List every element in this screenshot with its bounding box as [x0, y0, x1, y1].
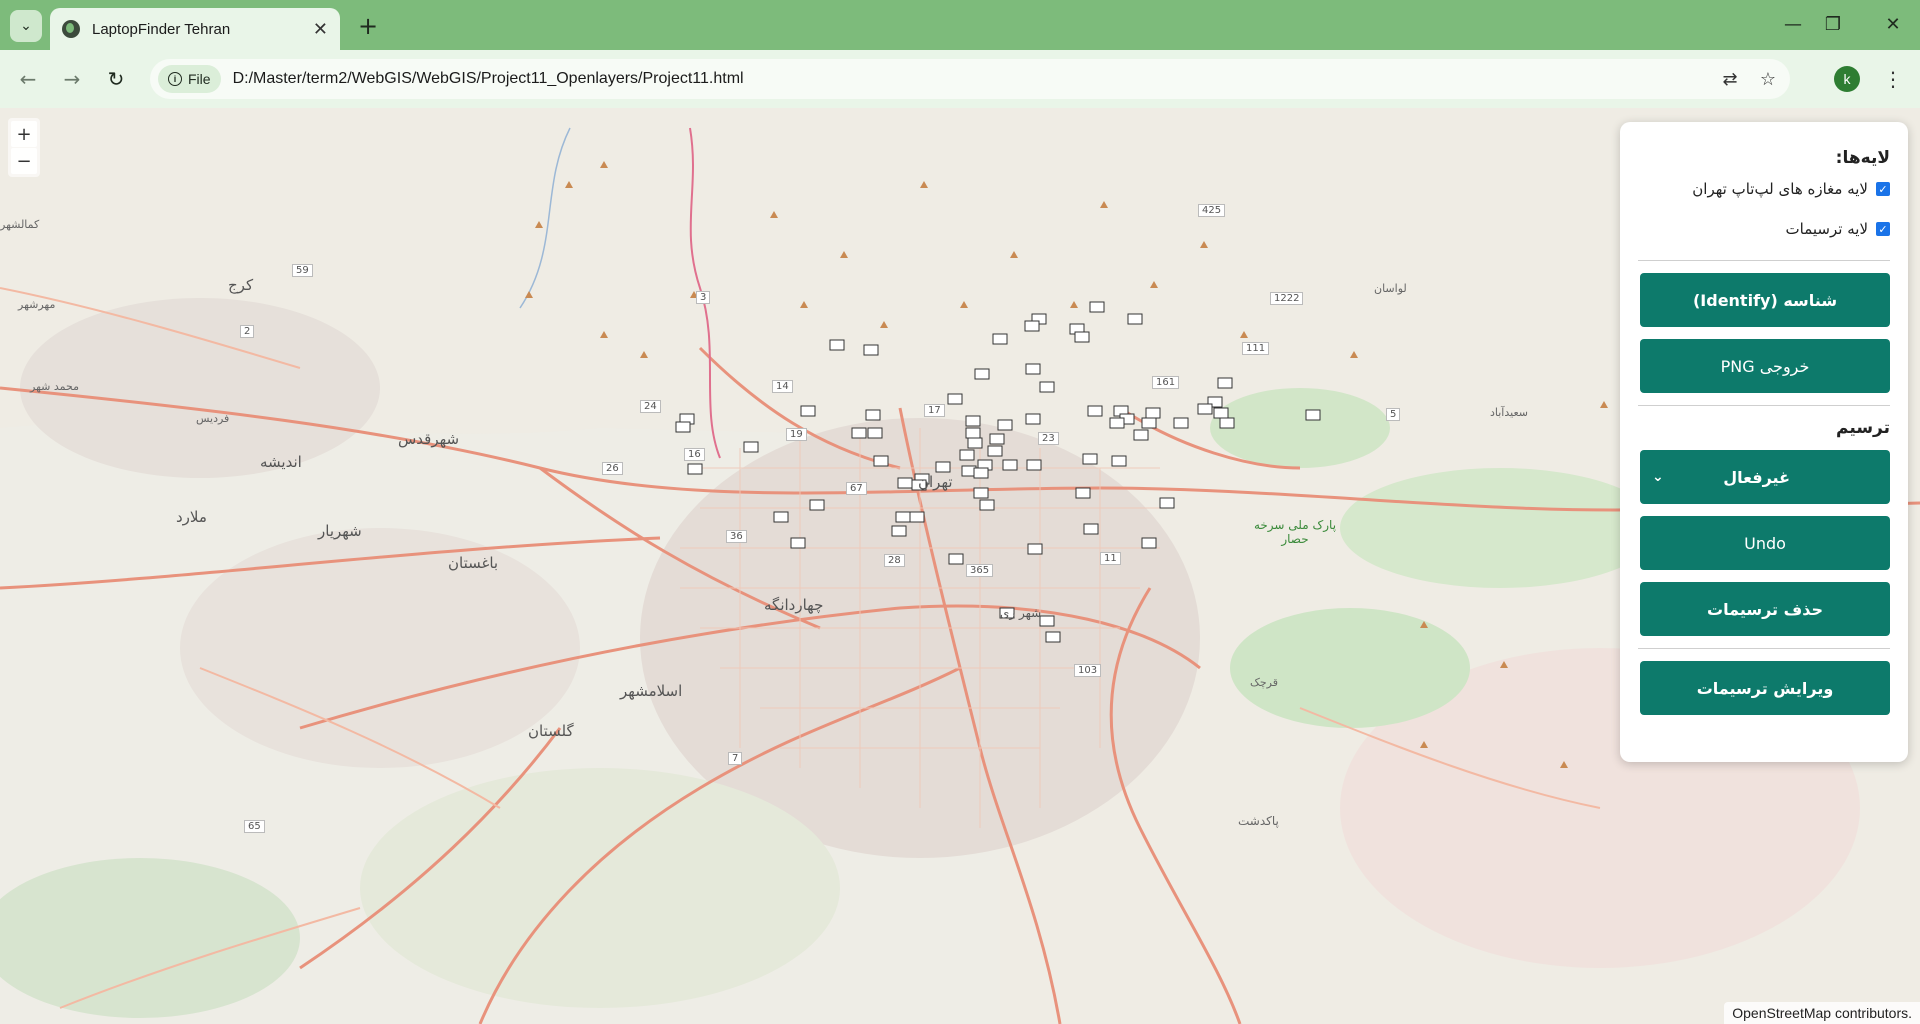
- map-label-mehrshahr: مهرشهر: [18, 298, 56, 311]
- draw-heading: ترسیم: [1836, 418, 1890, 438]
- route-shield: 67: [846, 482, 867, 495]
- map-label-mohammadshahr: محمد شهر: [30, 380, 79, 393]
- export-png-button[interactable]: خروجی PNG: [1640, 339, 1890, 393]
- tab-title: LaptopFinder Tehran: [92, 20, 231, 38]
- route-shield: 103: [1074, 664, 1102, 677]
- map-label-andisheh: اندیشه: [260, 453, 302, 471]
- avatar[interactable]: k: [1834, 66, 1860, 92]
- route-shield: 161: [1152, 376, 1180, 389]
- url-text[interactable]: D:/Master/term2/WebGIS/WebGIS/Project11_…: [233, 70, 1714, 88]
- route-shield: 3: [696, 291, 711, 304]
- divider: [1638, 260, 1890, 261]
- map-label-golestan: گلستان: [528, 722, 574, 740]
- route-shield: 65: [244, 820, 265, 833]
- star-icon[interactable]: ☆: [1752, 63, 1784, 95]
- map-label-shahr-rey: شهر ری: [1000, 606, 1042, 620]
- route-shield: 23: [1038, 432, 1059, 445]
- undo-button[interactable]: Undo: [1640, 516, 1890, 570]
- zoom-control: + −: [8, 118, 40, 177]
- info-icon: i: [168, 72, 182, 86]
- route-shield: 28: [884, 554, 905, 567]
- chevron-down-icon: ⌄: [1652, 469, 1664, 485]
- layer-drawings-label: لایه ترسیمات: [1785, 220, 1868, 238]
- map-label-karaj: کرج: [228, 276, 254, 294]
- draw-mode-value: غیرفعال: [1723, 467, 1790, 487]
- edit-drawings-button[interactable]: ویرایش ترسیمات: [1640, 661, 1890, 715]
- route-shield: 5: [1386, 408, 1401, 421]
- map-label-saeedabad: سعیدآباد: [1490, 406, 1528, 419]
- map-label-lavasan: لواسان: [1374, 282, 1407, 295]
- close-tab-icon[interactable]: ✕: [313, 19, 328, 40]
- map-label-tehran: تهران: [918, 473, 953, 491]
- route-shield: 17: [924, 404, 945, 417]
- map-label-eslamshahr: اسلامشهر: [620, 682, 683, 700]
- tab-search-button[interactable]: ⌄: [10, 10, 42, 42]
- route-shield: 26: [602, 462, 623, 475]
- globe-icon: [62, 20, 80, 38]
- identify-button[interactable]: شناسه (Identify): [1640, 273, 1890, 327]
- route-shield: 7: [728, 752, 743, 765]
- map-label-chahardangeh: چهاردانگه: [764, 596, 824, 614]
- route-shield: 59: [292, 264, 313, 277]
- map-attribution[interactable]: OpenStreetMap contributors.: [1724, 1002, 1920, 1024]
- map-label-fardis: فردیس: [196, 412, 230, 425]
- browser-tab[interactable]: LaptopFinder Tehran ✕: [50, 8, 340, 50]
- route-shield: 24: [640, 400, 661, 413]
- divider: [1638, 648, 1890, 649]
- site-info-chip[interactable]: i File: [158, 65, 221, 93]
- route-shield: 19: [786, 428, 807, 441]
- zoom-out-button[interactable]: −: [11, 148, 37, 174]
- browser-toolbar: ← → ↻ i File D:/Master/term2/WebGIS/WebG…: [0, 50, 1920, 108]
- map-label-pardis-park: پارک ملی سرخه حصار: [1253, 518, 1337, 546]
- back-button[interactable]: ←: [12, 63, 44, 95]
- file-chip-label: File: [188, 71, 211, 87]
- zoom-in-button[interactable]: +: [11, 121, 37, 147]
- restore-button[interactable]: ❐: [1810, 6, 1856, 42]
- route-shield: 36: [726, 530, 747, 543]
- browser-tab-bar: ⌄ LaptopFinder Tehran ✕ + — ❐ ✕: [0, 0, 1920, 50]
- close-window-button[interactable]: ✕: [1870, 6, 1916, 42]
- address-bar[interactable]: i File D:/Master/term2/WebGIS/WebGIS/Pro…: [150, 59, 1790, 99]
- divider: [1638, 405, 1890, 406]
- layer-shops-checkbox[interactable]: ✓: [1876, 182, 1890, 196]
- route-shield: 425: [1198, 204, 1226, 217]
- map-label-qarchak: قرچک: [1250, 676, 1278, 689]
- delete-drawings-button[interactable]: حذف ترسیمات: [1640, 582, 1890, 636]
- map-label-malard: ملارد: [176, 508, 207, 526]
- map-label-kamalshahr: کمالشهر: [0, 218, 40, 231]
- map-label-shahr-qods: شهرقدس: [398, 430, 460, 448]
- translate-icon[interactable]: ⇄: [1714, 63, 1746, 95]
- route-shield: 14: [772, 380, 793, 393]
- layer-drawings-row[interactable]: ✓ لایه ترسیمات: [1638, 220, 1890, 238]
- reload-button[interactable]: ↻: [100, 63, 132, 95]
- control-panel: لایه‌ها: ✓ لایه مغازه های لپ‌تاپ تهران ✓…: [1620, 122, 1908, 762]
- layer-shops-label: لایه مغازه های لپ‌تاپ تهران: [1692, 180, 1868, 198]
- route-shield: 11: [1100, 552, 1121, 565]
- layer-drawings-checkbox[interactable]: ✓: [1876, 222, 1890, 236]
- new-tab-button[interactable]: +: [352, 10, 384, 42]
- menu-icon[interactable]: ⋮: [1880, 63, 1906, 95]
- map-label-shahriar: شهریار: [318, 522, 362, 540]
- route-shield: 16: [684, 448, 705, 461]
- route-shield: 2: [240, 325, 255, 338]
- route-shield: 1222: [1270, 292, 1304, 305]
- forward-button[interactable]: →: [56, 63, 88, 95]
- map-label-pakdasht: پاکدشت: [1238, 814, 1279, 828]
- draw-mode-select[interactable]: غیرفعال ⌄: [1640, 450, 1890, 504]
- layers-heading: لایه‌ها:: [1835, 148, 1890, 168]
- map-label-baghestan: باغستان: [448, 554, 499, 572]
- layer-shops-row[interactable]: ✓ لایه مغازه های لپ‌تاپ تهران: [1638, 180, 1890, 198]
- route-shield: 365: [966, 564, 994, 577]
- route-shield: 111: [1242, 342, 1270, 355]
- chevron-down-icon: ⌄: [20, 18, 32, 34]
